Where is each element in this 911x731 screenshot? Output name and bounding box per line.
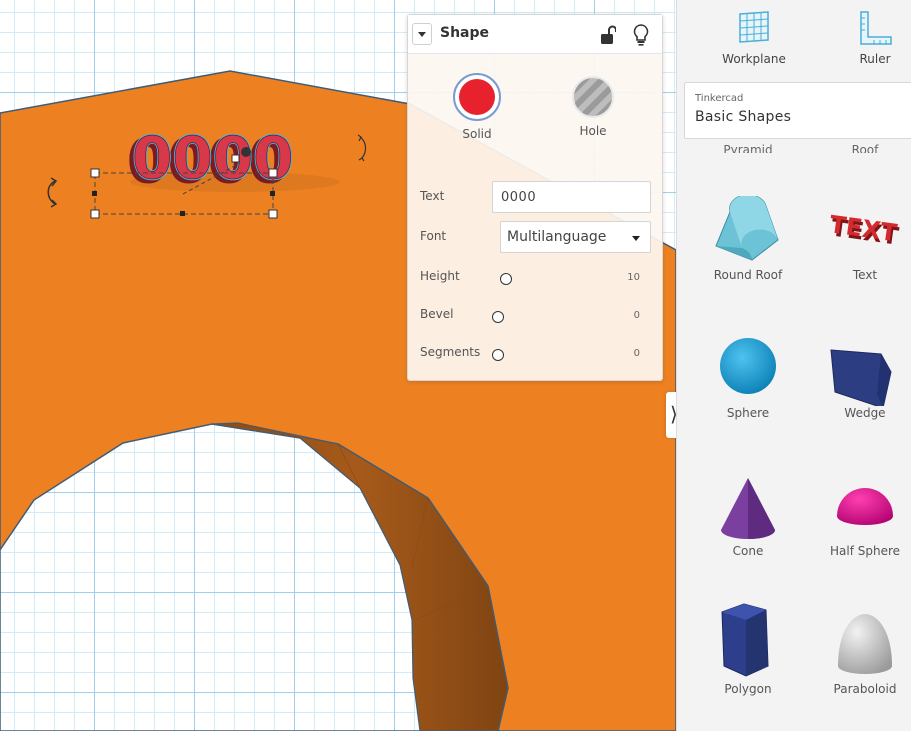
shape-label-polygon: Polygon <box>724 682 772 696</box>
font-select[interactable]: Multilanguage <box>500 221 651 253</box>
shape-round-roof[interactable]: Round Roof <box>693 196 803 282</box>
shape-wedge[interactable]: Wedge <box>810 334 911 420</box>
library-provider: Tinkercad <box>695 93 744 104</box>
shape-library-selector[interactable]: Tinkercad Basic Shapes <box>684 82 911 139</box>
ruler-icon <box>860 11 892 45</box>
resize-handle[interactable] <box>90 209 100 219</box>
collapse-panel-button[interactable] <box>412 23 432 45</box>
shapes-sidebar: Workplane Ruler Pyramid Roof Tinkercad B… <box>676 0 911 731</box>
segments-slider-knob[interactable] <box>492 349 504 361</box>
shape-text[interactable]: TEXT TEXT Text <box>810 196 911 282</box>
shape-label-round-roof: Round Roof <box>713 268 783 282</box>
shape-label-half-sphere: Half Sphere <box>829 544 901 558</box>
wedge-icon <box>830 349 892 406</box>
chevron-down-icon <box>632 236 640 241</box>
solid-label: Solid <box>462 127 492 141</box>
resize-handle[interactable] <box>90 168 100 178</box>
edge-handle[interactable] <box>92 191 97 196</box>
shape-cone[interactable]: Cone <box>693 472 803 558</box>
shape-polygon[interactable]: Polygon <box>693 600 803 696</box>
lightbulb-icon[interactable] <box>633 24 649 46</box>
roof-label-partial: Roof <box>851 143 879 153</box>
shape-paraboloid[interactable]: Paraboloid <box>810 600 911 696</box>
pyramid-label-partial: Pyramid <box>723 143 773 153</box>
ruler-tool[interactable]: Ruler <box>835 10 911 66</box>
bevel-property-label: Bevel <box>420 307 454 321</box>
bevel-value: 0 <box>633 310 640 321</box>
half-sphere-icon <box>837 488 893 525</box>
workplane-label: Workplane <box>722 52 786 66</box>
shape-label-cone: Cone <box>732 544 764 558</box>
edge-handle[interactable] <box>180 211 185 216</box>
library-name: Basic Shapes <box>695 109 792 125</box>
height-value: 10 <box>627 272 640 283</box>
solid-option[interactable]: Solid <box>447 73 507 141</box>
polygon-icon <box>721 603 769 677</box>
ruler-label: Ruler <box>859 52 891 66</box>
unlock-icon[interactable] <box>600 25 616 45</box>
segments-value: 0 <box>633 348 640 359</box>
font-property-label: Font <box>420 229 447 243</box>
sphere-icon <box>720 338 776 394</box>
text-object-0000[interactable]: 0000 0000 0000 <box>127 123 295 197</box>
svg-text:0000: 0000 <box>132 124 293 192</box>
text-shape-icon: TEXT TEXT <box>828 210 901 250</box>
shape-label-wedge: Wedge <box>844 406 886 420</box>
height-slider-knob[interactable] <box>500 273 512 285</box>
hole-label: Hole <box>579 124 607 138</box>
font-select-value: Multilanguage <box>507 229 607 245</box>
segments-property-label: Segments <box>420 345 481 359</box>
bevel-slider-knob[interactable] <box>492 311 504 323</box>
shape-sphere[interactable]: Sphere <box>693 334 803 420</box>
paraboloid-icon <box>838 614 892 674</box>
hole-swatch[interactable] <box>572 76 614 118</box>
cone-icon <box>721 478 775 539</box>
inspector-header: Shape <box>408 15 662 54</box>
shape-label-text: Text <box>852 268 878 282</box>
hole-option[interactable]: Hole <box>563 73 623 138</box>
edge-handle[interactable] <box>270 191 275 196</box>
text-property-label: Text <box>420 189 445 203</box>
round-roof-icon <box>715 196 779 261</box>
shape-inspector-panel: Shape Solid Hole Text 0000 Font Multilan… <box>407 14 663 381</box>
shape-half-sphere[interactable]: Half Sphere <box>810 472 911 558</box>
height-handle[interactable] <box>231 154 240 163</box>
resize-handle[interactable] <box>268 168 278 178</box>
shape-label-sphere: Sphere <box>726 406 770 420</box>
workplane-icon <box>739 11 769 43</box>
workplane-tool[interactable]: Workplane <box>714 10 794 66</box>
text-input[interactable]: 0000 <box>492 181 651 213</box>
height-property-label: Height <box>420 269 460 283</box>
lift-cone-handle[interactable] <box>241 147 251 157</box>
shape-label-paraboloid: Paraboloid <box>833 682 897 696</box>
resize-handle[interactable] <box>268 209 278 219</box>
inspector-title: Shape <box>440 25 490 41</box>
solid-color-swatch[interactable] <box>453 73 501 121</box>
